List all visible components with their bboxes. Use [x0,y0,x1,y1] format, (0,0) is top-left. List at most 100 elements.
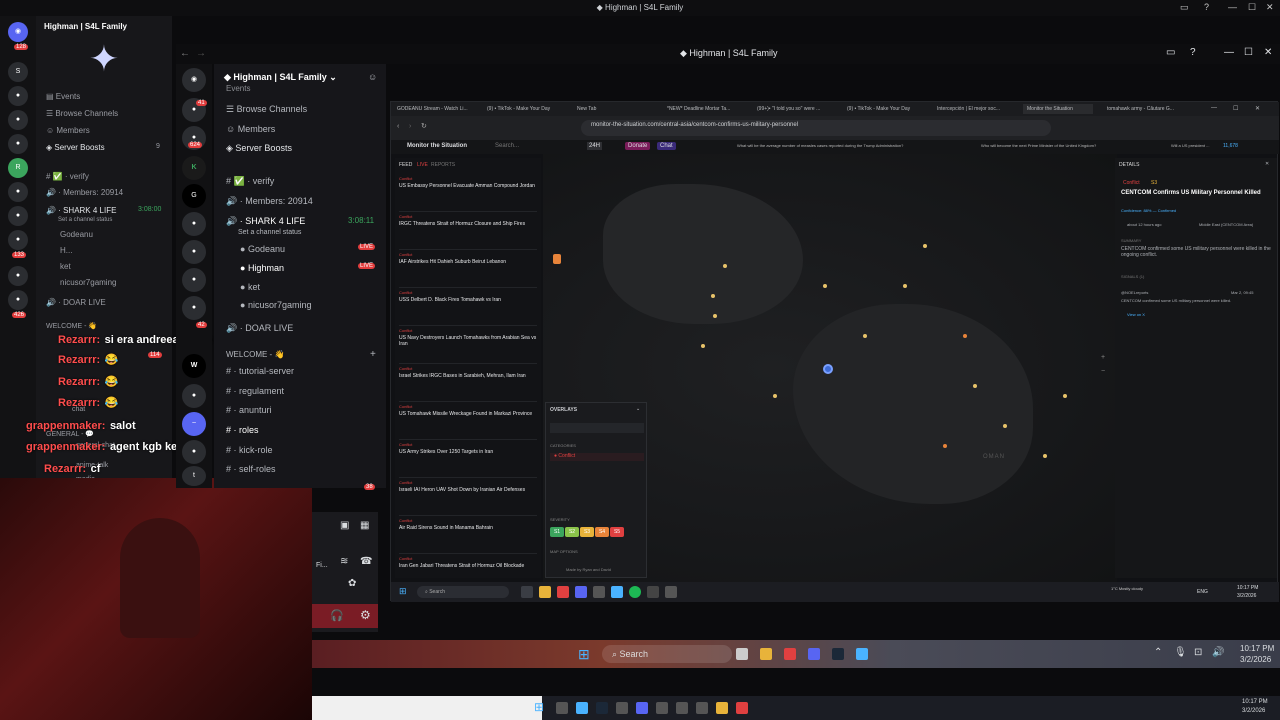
server-icon[interactable]: ● [8,290,28,310]
disconnect-icon[interactable]: ☎ [360,556,372,567]
channel-self-roles[interactable]: # · self-roles [226,464,276,474]
app-icon[interactable] [665,586,677,598]
channel-members-count[interactable]: 🔊 · Members: 20914 [226,196,313,207]
discord-icon[interactable] [575,586,587,598]
app-icon[interactable] [521,586,533,598]
server-icon[interactable]: ~ [182,412,206,436]
voice-status[interactable]: Set a channel status [238,229,301,236]
event-marker[interactable] [863,334,867,338]
add-member-icon[interactable]: ☺ [368,72,377,82]
maximize-button[interactable]: ☐ [1233,105,1238,112]
server-icon[interactable]: ● [182,440,206,464]
channel-members-count[interactable]: 🔊 · Members: 20914 [46,188,123,197]
server-name[interactable]: ◆ Highman | S4L Family ⌄ [224,72,337,83]
inbox-icon[interactable]: ▭ [1166,47,1175,58]
site-search[interactable]: Search... [495,143,519,149]
browser-tab-active[interactable]: Monitor the Situation [1023,104,1093,114]
channel-events[interactable]: ▤ Events [46,92,80,101]
brave-icon[interactable] [784,648,796,660]
severity-s2[interactable]: S2 [565,527,579,537]
server-icon[interactable]: ● [8,110,28,130]
channel-roles[interactable]: # · roles [226,425,259,435]
settings-gear-icon[interactable]: ⚙ [360,608,371,622]
event-marker[interactable] [773,394,777,398]
folder-icon[interactable] [760,648,772,660]
feed-item[interactable]: Conflict Iran Gen Jabari Threatens Strait… [399,556,537,578]
close-button[interactable]: ✕ [1264,47,1272,58]
server-icon[interactable]: R [8,158,28,178]
feed-item[interactable]: Conflict US Tomahawk Missile Wreckage Fou… [399,404,537,440]
feed-tab[interactable]: FEED [399,162,412,168]
app-icon[interactable] [616,702,628,714]
activity-icon[interactable]: ▦ [360,520,369,531]
site-title[interactable]: Monitor the Situation [407,143,467,149]
event-marker[interactable] [711,294,715,298]
feed-tab[interactable]: LIVE [417,162,428,168]
event-marker[interactable] [823,284,827,288]
language-indicator[interactable]: ENG [1197,589,1208,595]
browser-tab[interactable]: *NEW* Deadline Mortar Ta... [663,104,751,114]
zoom-in-button[interactable]: + [1101,354,1105,361]
event-marker[interactable] [1063,394,1067,398]
server-icon[interactable]: W [182,354,206,378]
soundboard-icon[interactable]: ✿ [348,578,356,589]
view-on-x-link[interactable]: View on X [1127,312,1145,317]
browser-tab[interactable]: New Tab [573,104,661,114]
server-icon[interactable]: ● [182,212,206,236]
app-icon[interactable] [593,586,605,598]
feed-item[interactable]: Conflict IRGC Threatens Strait of Hormuz … [399,214,537,250]
channel-doar-live[interactable]: 🔊 · DOAR LIVE [46,298,106,307]
server-icon[interactable]: ● [8,206,28,226]
selected-marker[interactable] [823,364,833,374]
headphones-icon[interactable]: 🎧 [330,609,344,622]
voice-user[interactable]: ● Godeanu [240,244,285,254]
spotify-icon[interactable] [629,586,641,598]
browser-tab[interactable]: GODEANU Stream - Watch Li... [393,104,481,114]
timeframe-select[interactable]: 24H [587,142,603,150]
ticker-item[interactable]: Will a US president ... [1171,143,1209,148]
back-arrow-icon[interactable]: ← [180,48,190,59]
app-icon[interactable] [696,702,708,714]
ticker-item[interactable]: What will be the average number of measl… [737,143,903,148]
minimize-button[interactable]: — [1228,2,1237,12]
feed-item[interactable]: Conflict Air Raid Sirens Sound in Manama … [399,518,537,554]
channel-members[interactable]: ☺ Members [226,124,275,134]
category-conflict[interactable]: ● Conflict [550,453,644,461]
chrome-icon[interactable] [856,648,868,660]
close-button[interactable]: ✕ [1255,105,1260,112]
taskbar-search[interactable]: ⌕ Search [602,645,732,663]
server-icon[interactable]: ● [8,266,28,286]
feed-item[interactable]: Conflict US Embassy Personnel Evacuate Am… [399,176,537,212]
channel-browse[interactable]: ☰ Browse Channels [226,104,307,115]
tray-mic-icon[interactable]: 🎙 [1174,647,1187,658]
screen-share-icon[interactable]: ▣ [340,520,349,531]
event-marker[interactable] [923,244,927,248]
server-icon[interactable]: ● [182,384,206,408]
app-icon[interactable] [556,702,568,714]
app-icon[interactable] [676,702,688,714]
severity-s4[interactable]: S4 [595,527,609,537]
zoom-out-button[interactable]: − [1101,368,1105,375]
minimize-button[interactable]: — [1224,47,1234,58]
discord-icon[interactable] [636,702,648,714]
maximize-button[interactable]: ☐ [1244,47,1253,58]
channel-browse[interactable]: ☰ Browse Channels [46,109,118,118]
help-icon[interactable]: ? [1190,47,1196,58]
channel-events[interactable]: Events [226,84,250,93]
layer-buttons[interactable] [550,423,644,433]
browser-tab[interactable]: tomahawk army - Căutare G... [1103,104,1193,114]
server-icon[interactable]: ● [8,134,28,154]
voice-user[interactable]: ● Highman [240,263,284,273]
event-marker[interactable] [963,334,967,338]
server-icon[interactable]: ● [182,268,206,292]
noise-icon[interactable]: ≋ [340,556,348,567]
feed-item[interactable]: Conflict IAF Airstrikes Hit Dahieh Suburb… [399,252,537,288]
severity-s3[interactable]: S3 [580,527,594,537]
start-icon[interactable]: ⊞ [578,646,590,663]
browser-tab[interactable]: Intercepción | El mejor soc... [933,104,1021,114]
tray-chevron-icon[interactable]: ⌃ [1154,647,1162,658]
voice-user[interactable]: Godeanu [60,230,93,239]
event-marker[interactable] [1003,424,1007,428]
feed-item[interactable]: Conflict USS Delbert D. Black Fires Tomah… [399,290,537,326]
forward-icon[interactable]: › [409,123,411,130]
